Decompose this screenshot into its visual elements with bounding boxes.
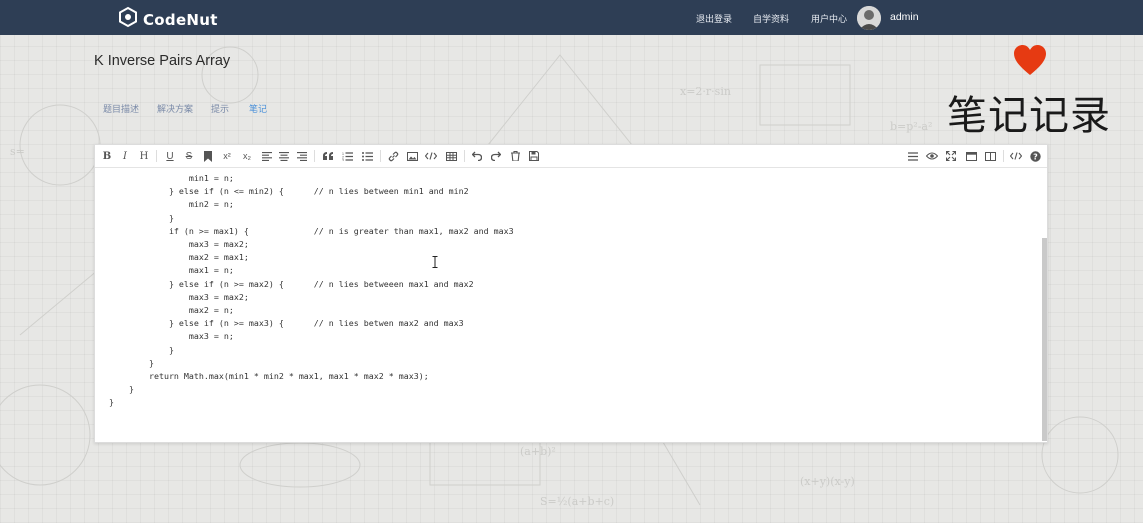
toolbar-separator	[380, 150, 381, 162]
code-line: }	[109, 212, 174, 223]
menu-icon[interactable]	[907, 148, 919, 164]
quote-icon[interactable]	[322, 148, 334, 164]
code-line: if (n >= max1) { // n is greater than ma…	[109, 225, 514, 236]
italic-button[interactable]: I	[119, 148, 131, 164]
align-left-icon[interactable]	[261, 148, 273, 164]
text-cursor-icon	[432, 255, 438, 273]
split-view-icon[interactable]	[984, 148, 996, 164]
strikethrough-button[interactable]: S	[183, 148, 195, 164]
code-line: }	[109, 357, 154, 368]
code-line: min2 = n;	[109, 199, 234, 210]
tab-notes[interactable]: 笔记	[249, 102, 267, 115]
redo-icon[interactable]	[490, 148, 502, 164]
code-line: } else if (n >= max2) { // n lies betwee…	[109, 278, 474, 289]
code-line: max2 = n;	[109, 305, 234, 315]
editor-toolbar: B I H U S x² x₂ 123 ?	[95, 145, 1047, 168]
code-line: max3 = max2;	[109, 239, 249, 249]
underline-button[interactable]: U	[164, 148, 176, 164]
username[interactable]: admin	[890, 11, 919, 23]
markdown-editor: B I H U S x² x₂ 123 ? min1 = n;} else i…	[94, 144, 1048, 443]
link-icon[interactable]	[387, 148, 399, 164]
superscript-button[interactable]: x²	[221, 148, 233, 164]
svg-text:(a+b)²: (a+b)²	[520, 445, 556, 458]
image-icon[interactable]	[406, 148, 418, 164]
code-editor-area[interactable]: min1 = n; } else if (n <= min2) { // n l…	[95, 168, 1039, 440]
page-title: K Inverse Pairs Array	[94, 53, 231, 69]
help-icon[interactable]: ?	[1029, 148, 1041, 164]
code-line: max3 = n;	[109, 331, 234, 342]
logo-text: CodeNut	[143, 10, 218, 29]
code-line: } else if (n <= min2) { // n lies betwee…	[109, 186, 469, 197]
save-icon[interactable]	[528, 148, 540, 164]
study-materials-link[interactable]: 自学资料	[753, 12, 789, 25]
trash-icon[interactable]	[509, 148, 521, 164]
html-code-icon[interactable]	[1010, 148, 1022, 164]
tab-hints[interactable]: 提示	[211, 102, 229, 115]
unordered-list-icon[interactable]	[361, 148, 373, 164]
table-icon[interactable]	[445, 148, 457, 164]
avatar[interactable]	[857, 6, 881, 30]
toolbar-separator	[1003, 150, 1004, 162]
undo-icon[interactable]	[471, 148, 483, 164]
svg-text:s=: s=	[10, 145, 25, 158]
heart-icon	[1013, 44, 1047, 81]
code-line: max1 = n;	[109, 265, 234, 276]
code-line: max3 = max2;	[109, 291, 249, 302]
subscript-button[interactable]: x₂	[241, 148, 253, 164]
bold-button[interactable]: B	[101, 148, 113, 164]
toolbar-separator	[314, 150, 315, 162]
tab-problem-description[interactable]: 题目描述	[103, 102, 139, 115]
ordered-list-icon[interactable]: 123	[341, 148, 353, 164]
code-line: return Math.max(min1 * min2 * max1, max1…	[109, 371, 429, 381]
code-line: }	[109, 397, 114, 408]
code-line: }	[109, 384, 134, 395]
fullscreen-icon[interactable]	[945, 148, 957, 164]
tab-solution[interactable]: 解决方案	[157, 102, 193, 115]
heading-button[interactable]: H	[138, 148, 150, 164]
svg-text:S=½(a+b+c): S=½(a+b+c)	[540, 495, 614, 508]
top-navbar: CodeNut 退出登录 自学资料 用户中心 admin	[0, 0, 1143, 35]
scrollbar[interactable]	[1042, 238, 1047, 441]
code-icon[interactable]	[425, 148, 437, 164]
svg-text:x=2·r·sin: x=2·r·sin	[680, 85, 731, 98]
toolbar-separator	[464, 150, 465, 162]
logo-icon	[117, 6, 139, 33]
code-line: } else if (n >= max3) { // n lies betwen…	[109, 318, 464, 329]
code-line: max2 = max1;	[109, 252, 249, 263]
user-center-link[interactable]: 用户中心	[811, 12, 847, 25]
logo[interactable]: CodeNut	[117, 6, 218, 33]
svg-text:?: ?	[1033, 152, 1038, 161]
svg-text:b=p²-a²: b=p²-a²	[890, 120, 932, 133]
align-center-icon[interactable]	[278, 148, 290, 164]
window-icon[interactable]	[965, 148, 977, 164]
align-right-icon[interactable]	[296, 148, 308, 164]
svg-text:(x+y)(x-y): (x+y)(x-y)	[800, 475, 855, 488]
bookmark-icon[interactable]	[202, 148, 214, 164]
notes-heading: 笔记记录	[947, 93, 1111, 139]
logout-link[interactable]: 退出登录	[696, 12, 732, 25]
code-line: min1 = n;	[109, 173, 234, 183]
preview-eye-icon[interactable]	[926, 148, 938, 164]
toolbar-separator	[156, 150, 157, 162]
svg-text:3: 3	[342, 158, 344, 161]
code-line: }	[109, 344, 174, 355]
